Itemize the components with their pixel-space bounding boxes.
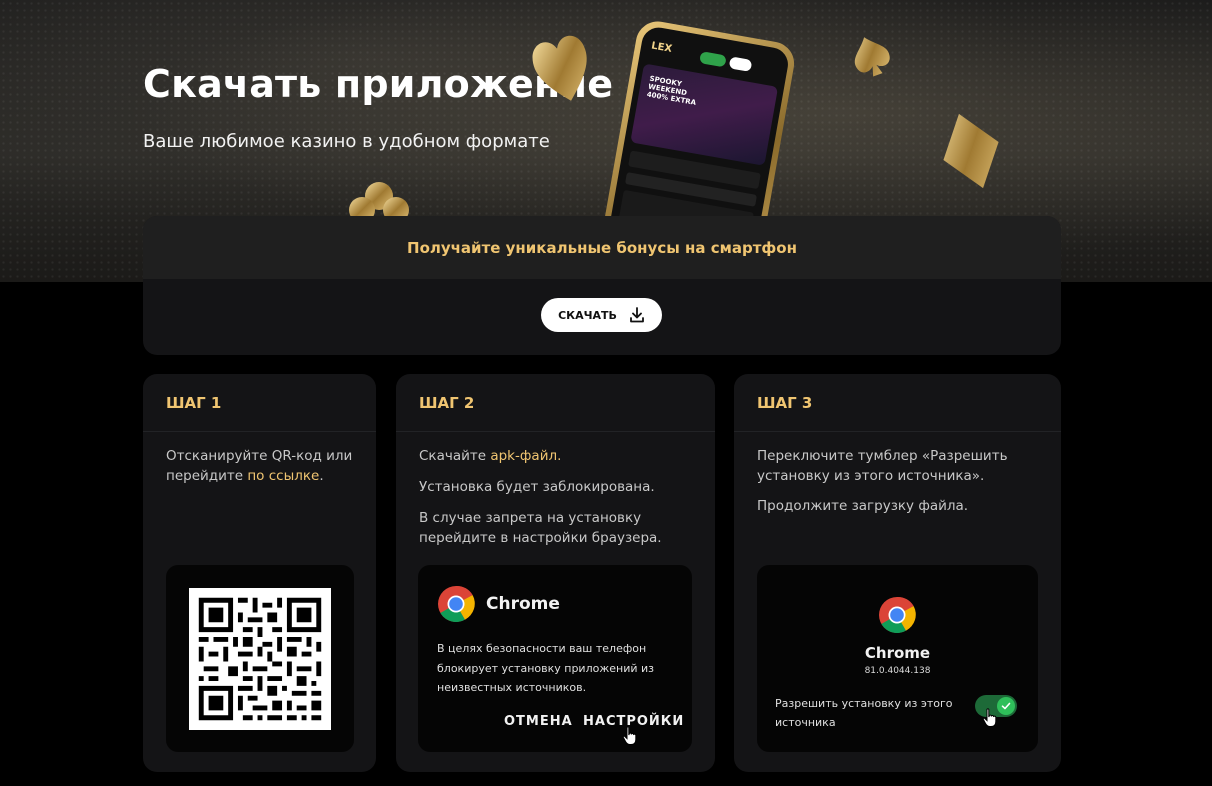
chrome-title: Chrome bbox=[486, 594, 560, 614]
gold-diamond-icon bbox=[943, 113, 999, 189]
download-panel: Получайте уникальные бонусы на смартфон … bbox=[143, 216, 1061, 355]
chrome-icon bbox=[438, 585, 475, 623]
step-2-text: Скачайте apk-файл. bbox=[419, 448, 562, 464]
step-3-card: ШАГ 3 Переключите тумблер «Разрешить уст… bbox=[734, 374, 1061, 772]
apk-file-link[interactable]: apk-файл bbox=[490, 448, 557, 464]
gold-heart-icon bbox=[532, 35, 587, 101]
chrome-icon bbox=[879, 596, 916, 634]
step-1-text: Отсканируйте QR-код или перейдите по ссы… bbox=[166, 448, 353, 484]
chrome-message: В целях безопасности ваш телефон блокиру… bbox=[437, 642, 655, 694]
phone-banner-text: SPOOKY WEEKEND 400% EXTRA bbox=[646, 74, 697, 107]
qr-code-image bbox=[189, 588, 331, 730]
step-2-card: ШАГ 2 Скачайте apk-файл. Установка будет… bbox=[396, 374, 715, 772]
cancel-button[interactable]: ОТМЕНА bbox=[504, 714, 573, 729]
chrome-dialog: Chrome В целях безопасности ваш телефон … bbox=[418, 565, 692, 752]
hand-cursor-icon bbox=[622, 726, 637, 745]
step-1-title: ШАГ 1 bbox=[143, 374, 376, 432]
check-icon bbox=[1001, 702, 1011, 710]
hand-cursor-icon bbox=[982, 708, 997, 727]
chrome-title: Chrome bbox=[864, 644, 931, 662]
download-icon bbox=[630, 307, 644, 323]
gold-club-icon bbox=[349, 182, 409, 218]
qr-code[interactable] bbox=[189, 588, 331, 730]
step-1-link[interactable]: по ссылке bbox=[247, 468, 319, 484]
bonus-text: Получайте уникальные бонусы на смартфон bbox=[407, 238, 797, 257]
download-button-label: СКАЧАТЬ bbox=[558, 308, 617, 322]
step-2-blocked-text: Установка будет заблокирована. bbox=[419, 479, 655, 495]
step-2-settings-text: В случае запрета на установку перейдите … bbox=[419, 510, 662, 546]
qr-code-card bbox=[166, 565, 354, 752]
download-button[interactable]: СКАЧАТЬ bbox=[541, 298, 662, 332]
page-subtitle: Ваше любимое казино в удобном формате bbox=[143, 131, 550, 152]
step-3-continue-text: Продолжите загрузку файла. bbox=[757, 498, 969, 514]
step-3-title: ШАГ 3 bbox=[734, 374, 1061, 432]
chrome-version: 81.0.4044.138 bbox=[864, 666, 931, 676]
gold-spade-icon bbox=[854, 37, 890, 77]
step-1-card: ШАГ 1 Отсканируйте QR-код или перейдите … bbox=[143, 374, 376, 772]
phone-logo: LEX bbox=[650, 40, 673, 55]
step-3-text: Переключите тумблер «Разрешить установку… bbox=[757, 448, 1008, 484]
step-2-title: ШАГ 2 bbox=[396, 374, 715, 432]
allow-install-label: Разрешить установку из этого источника bbox=[775, 697, 953, 729]
